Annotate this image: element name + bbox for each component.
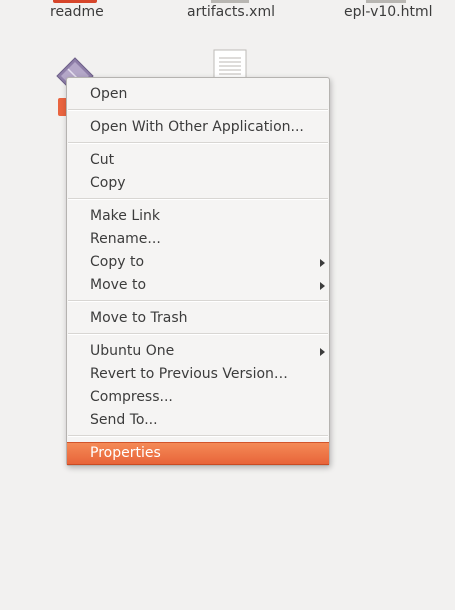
menu-item-label: Revert to Previous Version… [90,366,288,382]
readme-file-icon[interactable] [53,0,97,3]
menu-item-copy-to[interactable]: Copy to [67,251,329,274]
menu-item-label: Copy to [90,254,145,270]
menu-item-label: Move to [90,277,147,293]
menu-item-move-to-trash[interactable]: Move to Trash [67,307,329,330]
menu-item-move-to[interactable]: Move to [67,274,329,297]
menu-separator [68,109,328,111]
menu-item-revert[interactable]: Revert to Previous Version… [67,363,329,386]
menu-item-label: Open [90,86,128,102]
menu-item-send-to[interactable]: Send To... [67,409,329,432]
menu-separator [68,198,328,200]
submenu-arrow-icon [320,348,325,356]
menu-item-label: Properties [90,445,161,461]
menu-separator [68,435,328,437]
menu-item-open-with[interactable]: Open With Other Application... [67,116,329,139]
submenu-arrow-icon [320,259,325,267]
menu-separator [68,300,328,302]
menu-item-properties[interactable]: Properties [67,442,329,465]
submenu-arrow-icon [320,282,325,290]
file-manager-desktop: readme artifacts.xml epl-v10.html Open O… [0,0,455,610]
menu-item-label: Open With Other Application... [90,119,304,135]
menu-item-ubuntu-one[interactable]: Ubuntu One [67,340,329,363]
epl-file-icon[interactable] [366,0,406,3]
menu-item-label: Rename... [90,231,161,247]
menu-separator [68,333,328,335]
file-label-readme[interactable]: readme [50,4,104,20]
menu-separator [68,142,328,144]
menu-item-rename[interactable]: Rename... [67,228,329,251]
menu-item-open[interactable]: Open [67,83,329,106]
menu-item-label: Make Link [90,208,160,224]
context-menu: Open Open With Other Application... Cut … [66,77,330,466]
menu-item-label: Compress... [90,389,173,405]
file-label-epl[interactable]: epl-v10.html [344,4,433,20]
menu-item-label: Copy [90,175,126,191]
menu-item-make-link[interactable]: Make Link [67,205,329,228]
menu-item-label: Ubuntu One [90,343,175,359]
menu-item-label: Cut [90,152,115,168]
menu-item-compress[interactable]: Compress... [67,386,329,409]
artifacts-file-icon[interactable] [211,0,249,3]
menu-item-label: Move to Trash [90,310,188,326]
menu-item-cut[interactable]: Cut [67,149,329,172]
menu-item-copy[interactable]: Copy [67,172,329,195]
file-label-artifacts[interactable]: artifacts.xml [187,4,275,20]
menu-item-label: Send To... [90,412,158,428]
